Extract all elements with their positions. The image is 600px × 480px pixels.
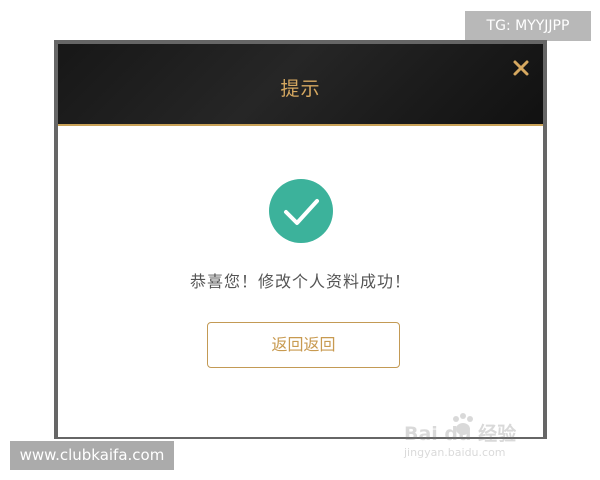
success-message: 恭喜您！修改个人资料成功！ <box>189 272 411 291</box>
close-icon <box>513 60 529 76</box>
close-button[interactable] <box>511 58 531 78</box>
watermark-bottom-url: www.clubkaifa.com <box>10 441 174 470</box>
watermark-top-tag: TG: MYYJJPP <box>465 11 591 41</box>
dialog-title: 提示 <box>280 78 321 100</box>
baidu-watermark-text: Bai du 经验 <box>404 423 517 445</box>
baidu-watermark: Bai du 经验 jingyan.baidu.com <box>404 413 524 469</box>
page: TG: MYYJJPP 提示 恭喜您！修改个人资料成功！ 返回返回 Bai du… <box>0 0 600 480</box>
success-dialog: 提示 恭喜您！修改个人资料成功！ 返回返回 Bai du 经验 jingyan.… <box>54 40 547 459</box>
dialog-header: 提示 <box>58 44 543 126</box>
back-button[interactable]: 返回返回 <box>207 322 400 368</box>
baidu-watermark-url: jingyan.baidu.com <box>404 446 506 459</box>
dialog-body: 恭喜您！修改个人资料成功！ 返回返回 Bai du 经验 jingyan.bai… <box>58 128 543 459</box>
check-circle-icon <box>269 179 333 243</box>
